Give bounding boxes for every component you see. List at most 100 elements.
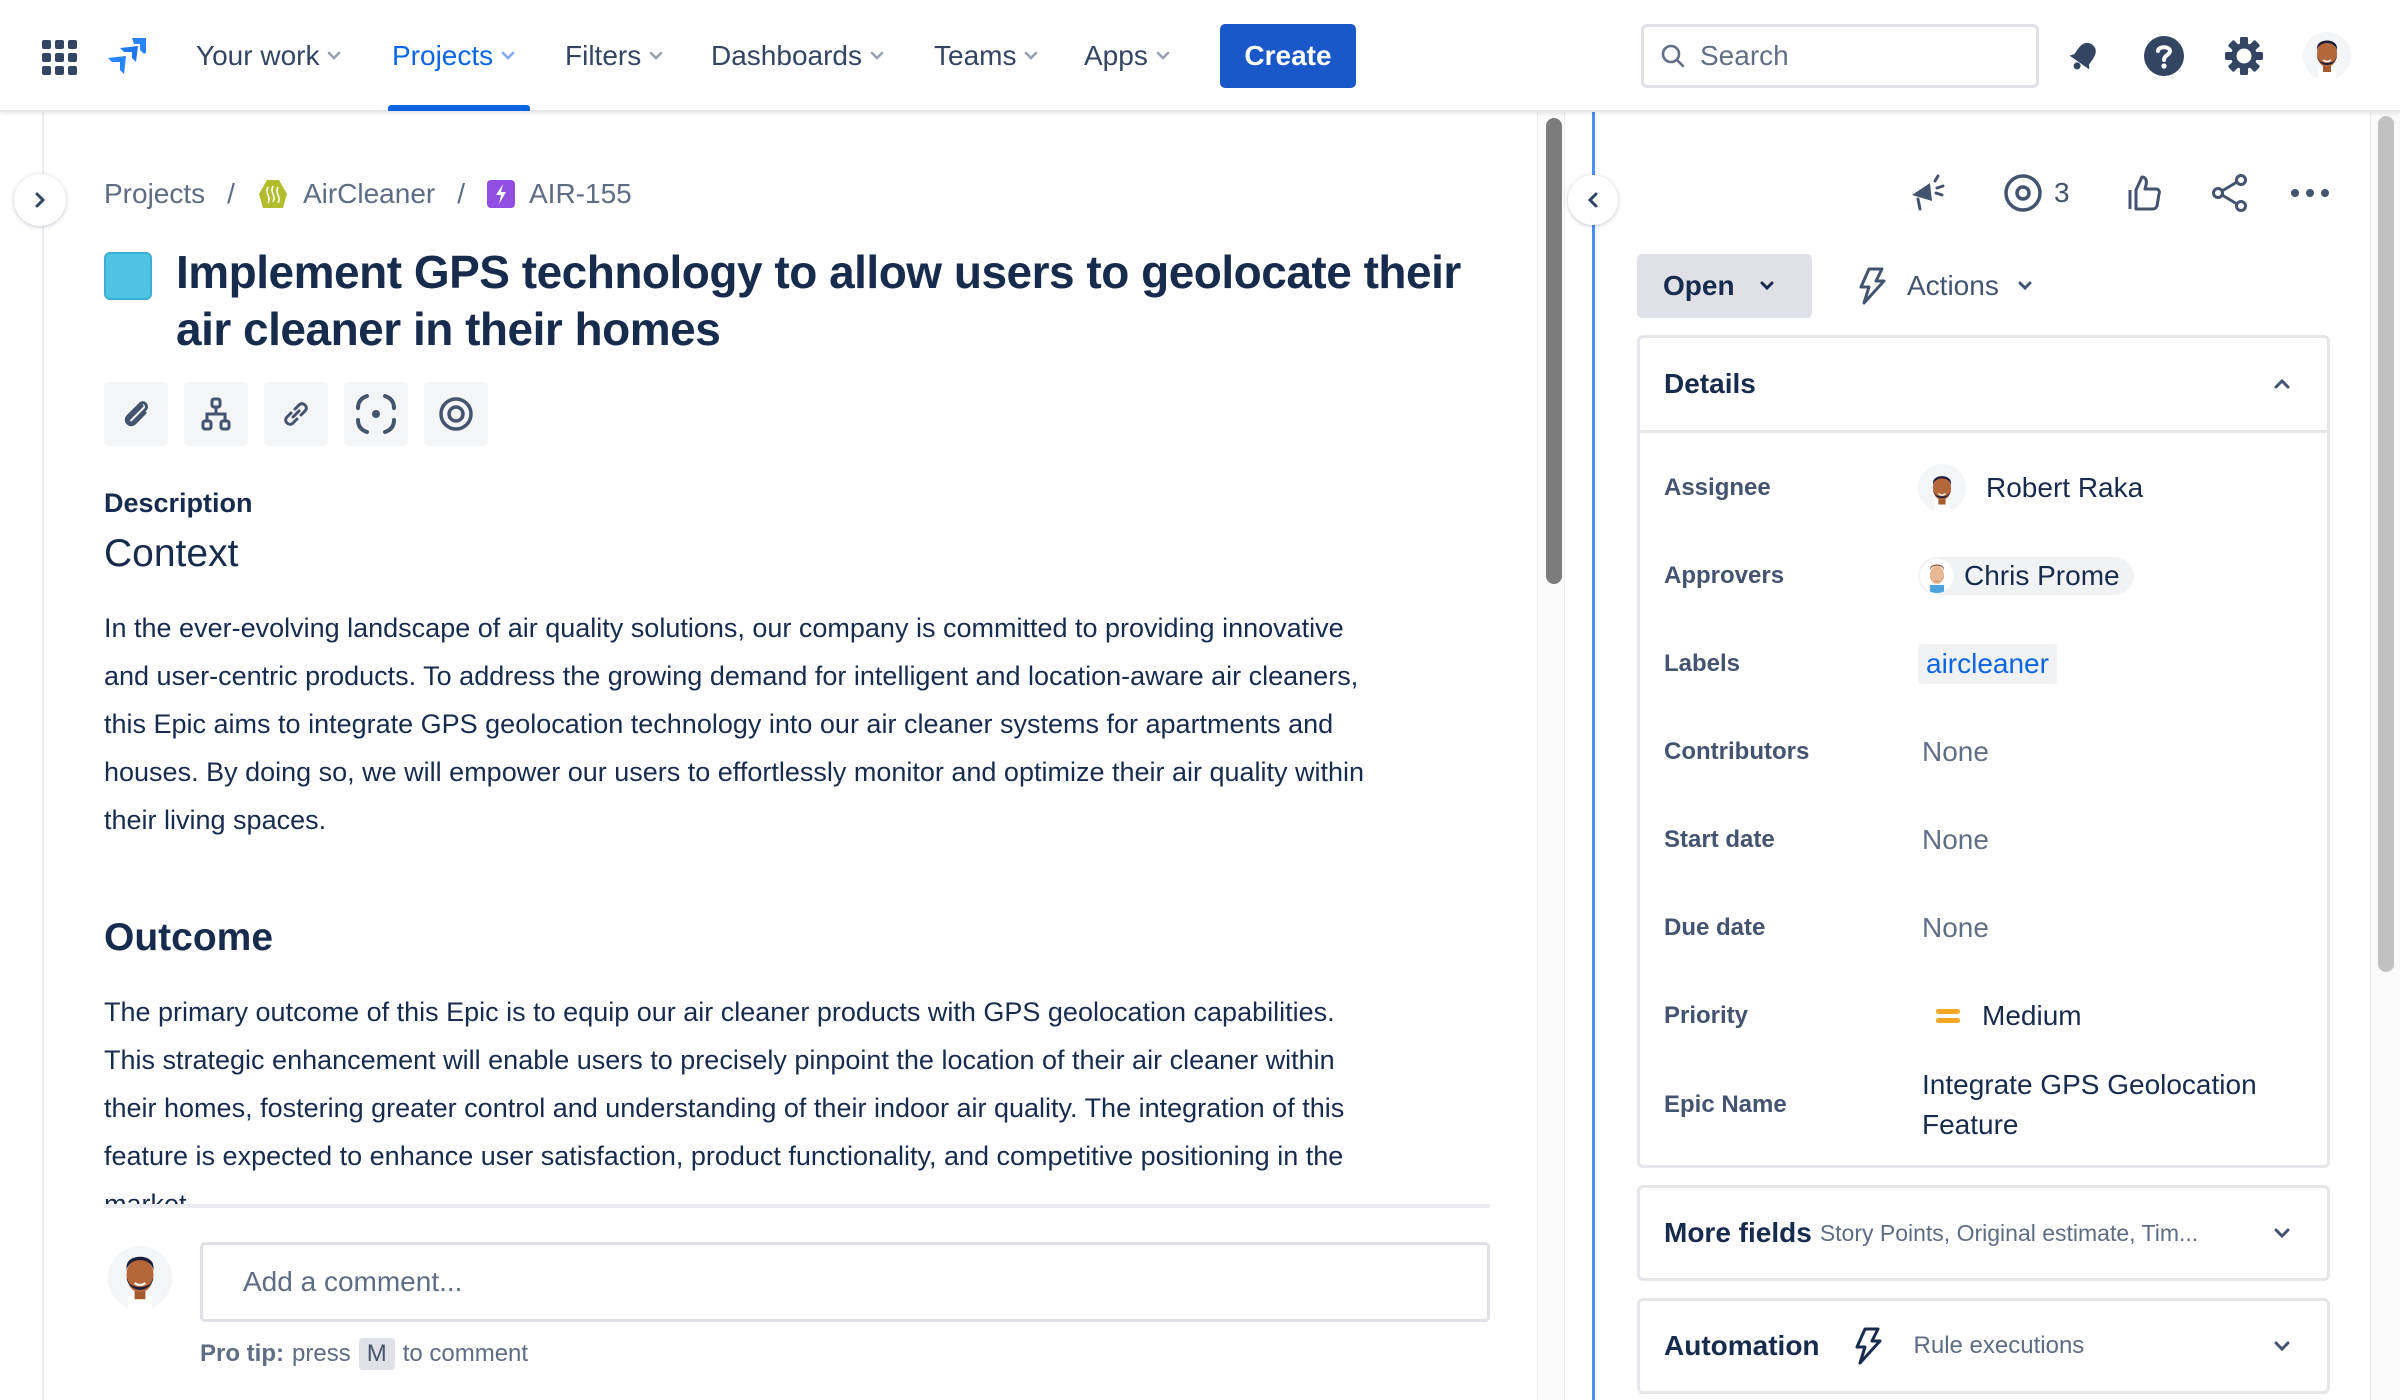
thumbs-up-icon [2128, 175, 2161, 211]
settings-icon[interactable] [2222, 34, 2266, 78]
approver-chip[interactable]: Chris Prome [1918, 557, 2134, 595]
outcome-line: market. [104, 1189, 195, 1207]
priority-medium-icon [1936, 1009, 1960, 1023]
app-switcher-icon[interactable] [42, 40, 77, 75]
side-scrollbar-thumb[interactable] [2378, 116, 2394, 972]
status-dropdown[interactable]: Open [1637, 254, 1812, 318]
panel-resize-handle[interactable] [1592, 112, 1595, 1400]
field-priority[interactable]: Priority Medium [1664, 986, 2304, 1046]
approvers-value[interactable]: Chris Prome [1918, 557, 2134, 595]
chevron-down-icon [2018, 281, 2032, 291]
search-input[interactable] [1700, 40, 2020, 72]
more-fields-section[interactable]: More fields Story Points, Original estim… [1637, 1185, 2330, 1281]
nav-dashboards-label: Dashboards [711, 40, 862, 71]
start-date-value[interactable]: None [1922, 824, 1989, 856]
notifications-icon[interactable] [2062, 34, 2106, 78]
feedback-button[interactable] [1906, 170, 1950, 216]
outcome-line: feature is expected to enhance user sati… [104, 1141, 1344, 1171]
field-label: Approvers [1664, 562, 1785, 589]
chevron-down-icon [1760, 281, 1774, 291]
epic-name-value[interactable]: Integrate GPS Geolocation Feature [1922, 1065, 2292, 1145]
priority-value[interactable]: Medium [1922, 1000, 2082, 1032]
context-line: their living spaces. [104, 805, 327, 835]
search-field[interactable] [1641, 24, 2039, 88]
chevron-down-icon [2274, 1341, 2290, 1352]
help-icon[interactable] [2142, 34, 2186, 78]
field-epic-name[interactable]: Epic Name Integrate GPS Geolocation Feat… [1664, 1060, 2304, 1150]
nav-apps[interactable]: Apps [1084, 34, 1170, 78]
chevron-down-icon [870, 51, 884, 60]
field-approvers[interactable]: Approvers Chris Prome [1664, 546, 2304, 606]
nav-your-work[interactable]: Your work [196, 34, 341, 78]
actions-dropdown[interactable]: Actions [1855, 254, 2033, 318]
create-button[interactable]: Create [1220, 24, 1356, 88]
keyboard-shortcut-key: M [358, 1338, 395, 1370]
automation-section[interactable]: Automation Rule executions [1637, 1298, 2330, 1394]
chevron-down-icon [2274, 1228, 2290, 1239]
more-fields-summary: Story Points, Original estimate, Tim... [1819, 1219, 2199, 1246]
pro-tip: Pro tip: press M to comment [200, 1338, 528, 1370]
nav-filters[interactable]: Filters [565, 34, 663, 78]
megaphone-icon [1912, 174, 1945, 211]
due-date-value[interactable]: None [1922, 912, 1989, 944]
watch-button[interactable]: 3 [2002, 170, 2070, 216]
field-label: Start date [1664, 826, 1775, 853]
context-line: In the ever-evolving landscape of air qu… [104, 613, 1344, 643]
details-panel: Details Assignee Robert Raka Approvers C… [1637, 335, 2330, 1168]
chevron-down-icon [501, 51, 515, 60]
details-header[interactable]: Details [1640, 338, 2327, 433]
automation-summary: Rule executions [1913, 1332, 2085, 1359]
field-start-date[interactable]: Start date None [1664, 810, 2304, 870]
status-label: Open [1663, 270, 1735, 301]
contributors-value[interactable]: None [1922, 736, 1989, 768]
chevron-down-icon [1156, 51, 1170, 60]
vote-button[interactable] [2126, 170, 2166, 216]
context-line: and user-centric products. To address th… [104, 661, 1359, 691]
share-button[interactable] [2210, 170, 2250, 216]
context-line: houses. By doing so, we will empower our… [104, 757, 1365, 787]
assignee-name: Robert Raka [1986, 472, 2144, 503]
details-title: Details [1664, 368, 1756, 399]
commenter-avatar [108, 1246, 172, 1310]
more-options-button[interactable] [2290, 170, 2330, 216]
main-scrollbar-thumb[interactable] [1546, 118, 1562, 584]
nav-filters-label: Filters [565, 40, 642, 71]
chevron-left-icon [1587, 192, 1598, 208]
labels-value[interactable]: aircleaner [1918, 644, 2057, 684]
nav-projects[interactable]: Projects [392, 34, 515, 78]
field-due-date[interactable]: Due date None [1664, 898, 2304, 958]
chevron-up-icon [2274, 378, 2290, 389]
active-nav-indicator [388, 105, 530, 111]
approver-name: Chris Prome [1964, 560, 2120, 591]
description-content[interactable]: Context In the ever-evolving landscape o… [0, 112, 1530, 1207]
more-fields-title: More fields [1664, 1217, 1812, 1248]
field-label: Priority [1664, 1002, 1749, 1029]
collapse-panel-button[interactable] [1568, 175, 1618, 225]
search-icon [1661, 44, 1685, 68]
expand-sidebar-button[interactable] [14, 174, 66, 226]
nav-teams-label: Teams [934, 40, 1017, 71]
eye-icon [2004, 174, 2042, 212]
field-label: Labels [1664, 650, 1741, 677]
context-line: this Epic aims to integrate GPS geolocat… [104, 709, 1334, 739]
nav-teams[interactable]: Teams [934, 34, 1038, 78]
pro-tip-text: press [292, 1340, 351, 1367]
comment-input[interactable] [243, 1266, 1487, 1298]
nav-dashboards[interactable]: Dashboards [711, 34, 884, 78]
field-assignee[interactable]: Assignee Robert Raka [1664, 458, 2304, 518]
field-labels[interactable]: Labels aircleaner [1664, 634, 2304, 694]
field-label: Epic Name [1664, 1091, 1787, 1118]
field-label: Assignee [1664, 474, 1771, 501]
field-contributors[interactable]: Contributors None [1664, 722, 2304, 782]
assignee-value[interactable]: Robert Raka [1918, 464, 2144, 512]
watcher-count: 3 [2054, 177, 2070, 208]
nav-your-work-label: Your work [196, 40, 320, 71]
label-tag[interactable]: aircleaner [1918, 644, 2057, 684]
profile-avatar[interactable] [2303, 32, 2351, 80]
assignee-avatar [1918, 464, 1966, 512]
comment-field[interactable] [200, 1242, 1490, 1322]
pro-tip-label: Pro tip: [200, 1340, 284, 1367]
share-icon [2212, 174, 2247, 212]
field-label: Contributors [1664, 738, 1810, 765]
jira-logo[interactable] [106, 36, 148, 78]
